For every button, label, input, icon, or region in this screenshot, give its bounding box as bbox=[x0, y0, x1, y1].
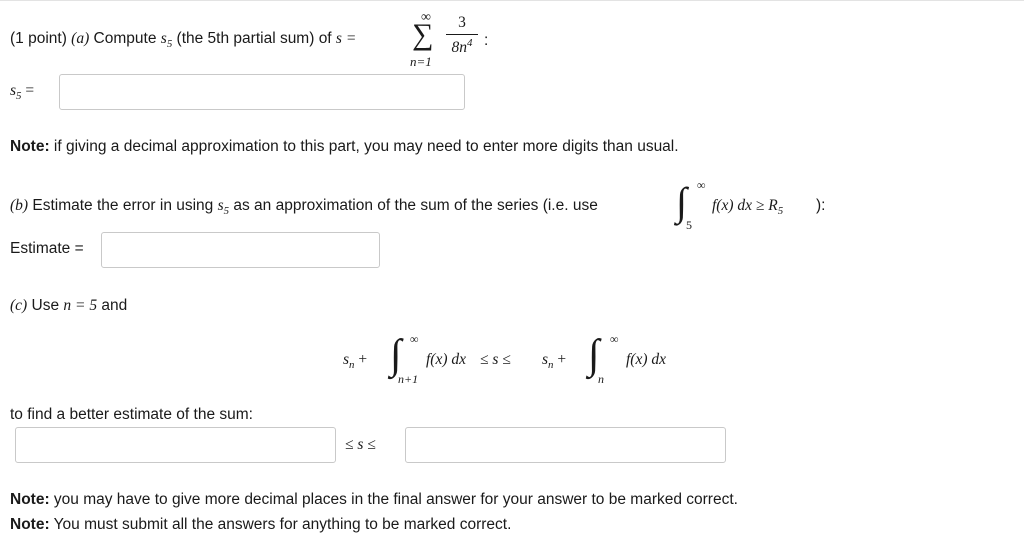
integral-1-upper: ∞ bbox=[410, 332, 419, 346]
part-b-text-1: Estimate the error in using bbox=[28, 197, 218, 214]
part-a-text: Compute bbox=[89, 30, 161, 47]
integral-icon: ∫ bbox=[676, 179, 687, 224]
note-a-text: if giving a decimal approximation to thi… bbox=[49, 138, 679, 155]
integral-1-expression: f(x) dx bbox=[426, 351, 467, 368]
integral-2-lower: n bbox=[598, 372, 604, 386]
sigma-icon: ∑ bbox=[412, 18, 434, 51]
point-value: (1 point) bbox=[10, 30, 72, 47]
part-a-label: (a) bbox=[71, 30, 90, 47]
integral-2-upper: ∞ bbox=[610, 332, 619, 346]
s5-symbol-b: s5 bbox=[217, 197, 230, 218]
estimate-label: Estimate = bbox=[10, 240, 84, 257]
upper-bound-input[interactable] bbox=[405, 427, 726, 463]
integral-1-icon: ∫ bbox=[390, 332, 402, 378]
part-c-and: and bbox=[97, 297, 128, 314]
note-2-text: You must submit all the answers for anyt… bbox=[49, 516, 512, 533]
part-b-text-2: as an approximation of the sum of the se… bbox=[229, 197, 598, 214]
part-c-label: (c) bbox=[10, 297, 28, 314]
integral-2-expression: f(x) dx bbox=[626, 351, 667, 368]
part-b-closing: ): bbox=[816, 197, 826, 214]
note-2-label: Note: bbox=[10, 516, 50, 533]
s-eq: s = bbox=[335, 30, 357, 47]
note-2: Note: You must submit all the answers fo… bbox=[10, 516, 511, 534]
s5-symbol: s5 bbox=[160, 30, 173, 51]
integral-1-lower: n+1 bbox=[398, 372, 419, 386]
to-find-text: to find a better estimate of the sum: bbox=[10, 406, 253, 423]
lower-bound-input[interactable] bbox=[15, 427, 336, 463]
note-1: Note: you may have to give more decimal … bbox=[10, 491, 738, 509]
colon: : bbox=[484, 32, 489, 49]
part-c-question: (c) Use n = 5 and bbox=[10, 297, 127, 315]
part-a-desc: (the 5th partial sum) of bbox=[176, 30, 336, 47]
n-equals: n = 5 bbox=[63, 297, 98, 314]
integral-b-upper: ∞ bbox=[697, 178, 706, 192]
note-a: Note: if giving a decimal approximation … bbox=[10, 138, 679, 156]
sn-plus: sn + bbox=[343, 351, 368, 372]
sn-plus-2: sn + bbox=[542, 351, 567, 372]
part-a-question: (1 point) (a) Compute s5 (the 5th partia… bbox=[10, 30, 356, 50]
fraction: 3 8n4 bbox=[446, 14, 478, 57]
sum-lower: n=1 bbox=[410, 54, 432, 69]
integral-b-expression: f(x) dx ≥ R5 bbox=[712, 197, 784, 218]
fraction-numerator: 3 bbox=[446, 14, 478, 35]
part-c-text: Use bbox=[27, 297, 64, 314]
note-1-text: you may have to give more decimal places… bbox=[49, 491, 738, 508]
integral-2-icon: ∫ bbox=[588, 332, 600, 378]
note-1-label: Note: bbox=[10, 491, 50, 508]
between-inequality: ≤ s ≤ bbox=[345, 436, 376, 453]
note-a-label: Note: bbox=[10, 138, 50, 155]
estimate-input[interactable] bbox=[101, 232, 380, 268]
s5-input[interactable] bbox=[59, 74, 465, 110]
s5-answer-label: s5 = bbox=[10, 82, 35, 103]
inequality-middle: ≤ s ≤ bbox=[480, 351, 511, 368]
integral-b-lower: 5 bbox=[686, 218, 692, 232]
fraction-denominator: 8n4 bbox=[451, 37, 473, 57]
top-border bbox=[0, 0, 1024, 1]
part-b-label: (b) bbox=[10, 197, 29, 214]
part-b-question: (b) Estimate the error in using s5 as an… bbox=[10, 197, 598, 217]
